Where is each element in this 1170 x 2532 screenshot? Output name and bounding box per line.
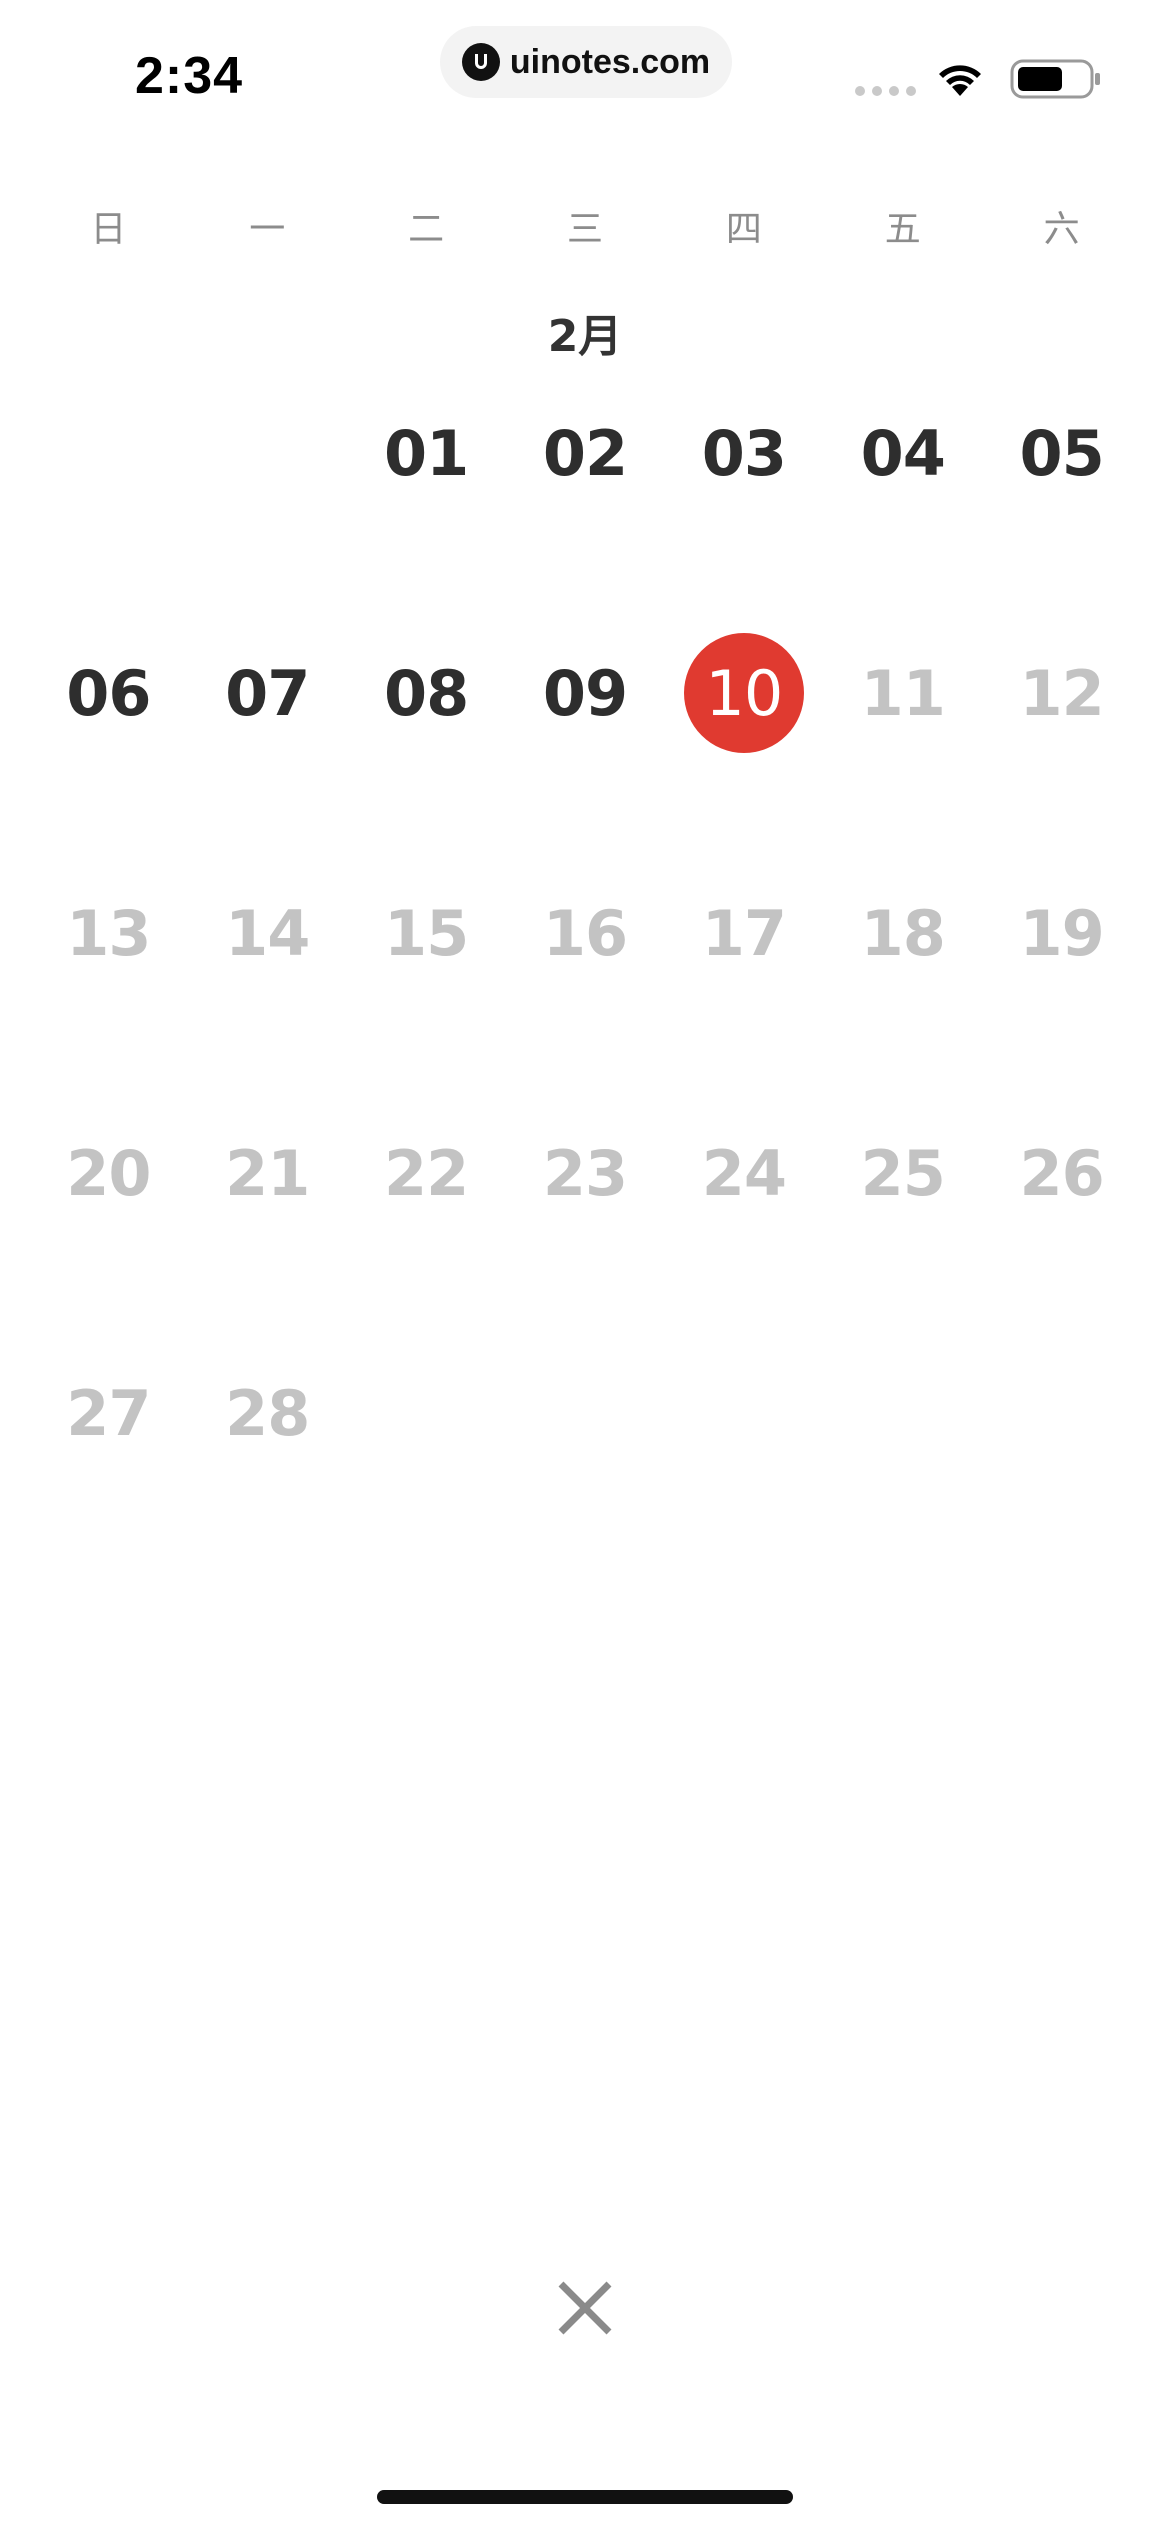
close-icon [558, 2281, 612, 2335]
calendar-day[interactable]: 08 [347, 633, 506, 753]
calendar-day-number: 24 [701, 1136, 787, 1210]
calendar-day[interactable]: 06 [29, 633, 188, 753]
calendar-empty-cell [188, 393, 347, 513]
calendar-day[interactable]: 13 [29, 873, 188, 993]
calendar-day[interactable]: 16 [506, 873, 665, 993]
calendar-empty-cell [29, 393, 188, 513]
cellular-signal-icon [855, 86, 916, 96]
calendar-day-number: 10 [705, 656, 783, 730]
calendar-day-number: 15 [384, 896, 469, 970]
weekday-tue: 二 [408, 209, 445, 250]
calendar-day[interactable]: 28 [188, 1353, 347, 1473]
calendar-day[interactable]: 26 [982, 1113, 1141, 1233]
calendar-day-number: 04 [860, 416, 946, 490]
calendar-day[interactable]: 19 [982, 873, 1141, 993]
calendar-day[interactable]: 21 [188, 1113, 347, 1233]
calendar-day-number: 23 [542, 1136, 628, 1210]
calendar-day[interactable]: 10 [664, 633, 823, 753]
calendar-day-number: 28 [225, 1376, 310, 1450]
calendar-day-number: 02 [542, 416, 628, 490]
calendar-day[interactable]: 17 [664, 873, 823, 993]
calendar-day-number: 11 [860, 656, 946, 730]
calendar-day-number: 25 [860, 1136, 946, 1210]
calendar-day-number: 20 [66, 1136, 151, 1210]
calendar-day[interactable]: 09 [506, 633, 665, 753]
calendar-day[interactable]: 27 [29, 1353, 188, 1473]
calendar-day[interactable]: 03 [664, 393, 823, 513]
calendar-day-number: 22 [384, 1136, 469, 1210]
calendar-day-number: 16 [542, 896, 628, 970]
calendar-day[interactable]: 04 [823, 393, 982, 513]
home-indicator [377, 2490, 793, 2504]
weekday-sun: 日 [90, 209, 127, 250]
calendar-grid: 01 02 03 04 05 06 07 08 09 10 11 12 13 14 15 16 17 18 19 20… [29, 393, 1141, 1593]
close-button[interactable] [545, 2268, 625, 2348]
url-pill[interactable]: uinotes.com [440, 26, 732, 98]
url-text: uinotes.com [509, 42, 711, 81]
calendar-day[interactable]: 02 [506, 393, 665, 513]
calendar-day-number: 18 [860, 896, 946, 970]
calendar-day[interactable]: 22 [347, 1113, 506, 1233]
calendar-day[interactable]: 18 [823, 873, 982, 993]
wifi-icon [939, 65, 981, 96]
month-label: 2月 [547, 311, 623, 362]
calendar-day-number: 08 [384, 656, 469, 730]
weekday-sat: 六 [1043, 209, 1080, 250]
calendar-day[interactable]: 11 [823, 633, 982, 753]
calendar-day[interactable]: 14 [188, 873, 347, 993]
calendar-day-number: 19 [1019, 896, 1104, 970]
calendar-day-number: 27 [66, 1376, 151, 1450]
calendar-day[interactable]: 24 [664, 1113, 823, 1233]
weekday-mon: 一 [249, 209, 286, 250]
calendar-day-number: 07 [225, 656, 310, 730]
calendar-day[interactable]: 25 [823, 1113, 982, 1233]
calendar-day-number: 21 [225, 1136, 310, 1210]
calendar-day-number: 14 [225, 896, 310, 970]
weekday-fri: 五 [884, 209, 921, 250]
calendar-day[interactable]: 07 [188, 633, 347, 753]
calendar-day-number: 12 [1019, 656, 1104, 730]
status-time: 2:34 [135, 47, 244, 105]
weekday-header: 日 一 二 三 四 五 六 [29, 200, 1141, 252]
calendar-day[interactable]: 20 [29, 1113, 188, 1233]
weekday-thu: 四 [725, 209, 762, 250]
calendar-day-number: 05 [1019, 416, 1104, 490]
calendar-day[interactable]: 05 [982, 393, 1141, 513]
status-bar: 2:34 uinotes.com [0, 0, 1170, 150]
calendar-day-number: 09 [542, 656, 628, 730]
site-logo-icon [461, 43, 500, 81]
calendar-day-number: 17 [701, 896, 787, 970]
weekday-wed: 三 [567, 209, 604, 250]
calendar-day[interactable]: 15 [347, 873, 506, 993]
calendar-day-number: 06 [66, 656, 151, 730]
calendar-day[interactable]: 01 [347, 393, 506, 513]
battery-icon [1010, 59, 1100, 99]
calendar-day[interactable]: 12 [982, 633, 1141, 753]
calendar-day-number: 03 [701, 416, 787, 490]
calendar-day[interactable]: 23 [506, 1113, 665, 1233]
calendar-day-number: 01 [384, 416, 469, 490]
calendar-day-number: 13 [66, 896, 151, 970]
calendar-day-number: 26 [1019, 1136, 1104, 1210]
